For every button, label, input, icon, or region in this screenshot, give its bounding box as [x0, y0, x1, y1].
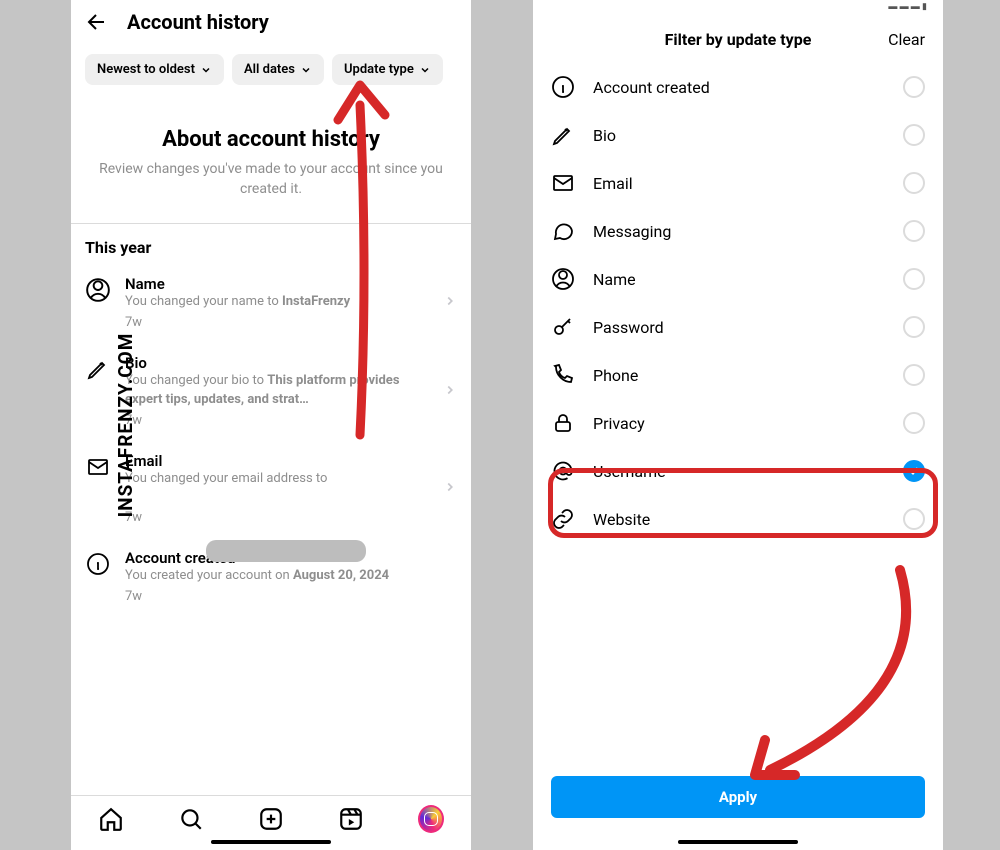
filter-option-privacy[interactable]: Privacy [551, 399, 925, 447]
option-label: Bio [593, 126, 885, 145]
item-time: 7w [125, 510, 429, 525]
screen-filter-type: ▬ ▬ ▬ ▮ Filter by update type Clear Acco… [533, 0, 943, 850]
mail-icon [85, 454, 111, 480]
filter-sort[interactable]: Newest to oldest [85, 54, 224, 85]
option-label: Name [593, 270, 885, 289]
filter-option-phone[interactable]: Phone [551, 351, 925, 399]
radio-icon [903, 220, 925, 242]
filter-option-email[interactable]: Email [551, 159, 925, 207]
item-desc: You changed your bio to This platform pr… [125, 372, 429, 408]
filter-option-name[interactable]: Name [551, 255, 925, 303]
home-indicator [678, 840, 798, 844]
item-desc: You created your account on August 20, 2… [125, 567, 457, 585]
radio-icon [903, 364, 925, 386]
filter-header: Filter by update type Clear [533, 12, 943, 63]
new-post-icon[interactable] [258, 806, 284, 832]
apply-button[interactable]: Apply [551, 776, 925, 818]
option-label: Account created [593, 78, 885, 97]
filter-title: Filter by update type [665, 30, 812, 49]
pencil-icon [551, 123, 575, 147]
about-title: About account history [93, 127, 449, 152]
page-title: Account history [127, 10, 269, 34]
chevron-right-icon [443, 382, 457, 401]
option-label: Phone [593, 366, 885, 385]
filter-type-label: Update type [344, 62, 414, 77]
watermark: INSTAFRENZY.COM [114, 333, 137, 518]
filter-dates-label: All dates [244, 62, 295, 77]
about-subtitle: Review changes you've made to your accou… [93, 160, 449, 199]
filter-update-type[interactable]: Update type [332, 54, 443, 85]
person-icon [85, 277, 111, 303]
clear-button[interactable]: Clear [888, 30, 925, 49]
home-indicator [211, 840, 331, 844]
section-label: This year [71, 224, 471, 263]
filter-option-account-created[interactable]: Account created [551, 63, 925, 111]
item-time: 7w [125, 589, 457, 604]
filter-option-password[interactable]: Password [551, 303, 925, 351]
item-desc: You changed your name to InstaFrenzy [125, 293, 429, 311]
filter-sort-label: Newest to oldest [97, 62, 195, 77]
item-time: 7w [125, 315, 429, 330]
filter-option-messaging[interactable]: Messaging [551, 207, 925, 255]
radio-icon [903, 268, 925, 290]
chevron-right-icon [443, 293, 457, 312]
radio-icon [903, 124, 925, 146]
home-icon[interactable] [98, 806, 124, 832]
history-item-name[interactable]: Name You changed your name to InstaFrenz… [71, 263, 471, 342]
chevron-down-icon [300, 64, 312, 76]
option-label: Password [593, 318, 885, 337]
lock-icon [551, 411, 575, 435]
person-icon [551, 267, 575, 291]
filter-option-bio[interactable]: Bio [551, 111, 925, 159]
radio-icon [903, 76, 925, 98]
radio-icon [903, 316, 925, 338]
chevron-down-icon [419, 64, 431, 76]
option-label: Email [593, 174, 885, 193]
mail-icon [551, 171, 575, 195]
item-desc: You changed your email address to [125, 470, 429, 488]
reels-icon[interactable] [338, 806, 364, 832]
info-icon [85, 551, 111, 577]
info-icon [551, 75, 575, 99]
about-section: About account history Review changes you… [71, 95, 471, 223]
item-title: Name [125, 275, 429, 293]
status-bar: ▬ ▬ ▬ ▮ [533, 0, 943, 12]
filter-dates[interactable]: All dates [232, 54, 324, 85]
bottom-nav [71, 795, 471, 836]
radio-icon [903, 412, 925, 434]
item-title: Bio [125, 354, 429, 372]
chat-icon [551, 219, 575, 243]
chevron-right-icon [443, 479, 457, 498]
chevron-down-icon [200, 64, 212, 76]
option-label: Messaging [593, 222, 885, 241]
search-icon[interactable] [178, 806, 204, 832]
back-arrow-icon[interactable] [85, 10, 109, 34]
annotation-highlight-username [548, 468, 938, 538]
option-label: Privacy [593, 414, 885, 433]
header: Account history [71, 0, 471, 44]
radio-icon [903, 172, 925, 194]
filter-bar: Newest to oldest All dates Update type [71, 44, 471, 95]
item-time: 7w [125, 413, 429, 428]
redaction-scribble [206, 540, 366, 562]
phone-icon [551, 363, 575, 387]
key-icon [551, 315, 575, 339]
pencil-icon [85, 356, 111, 382]
profile-icon[interactable] [418, 806, 444, 832]
item-title: Email [125, 452, 429, 470]
